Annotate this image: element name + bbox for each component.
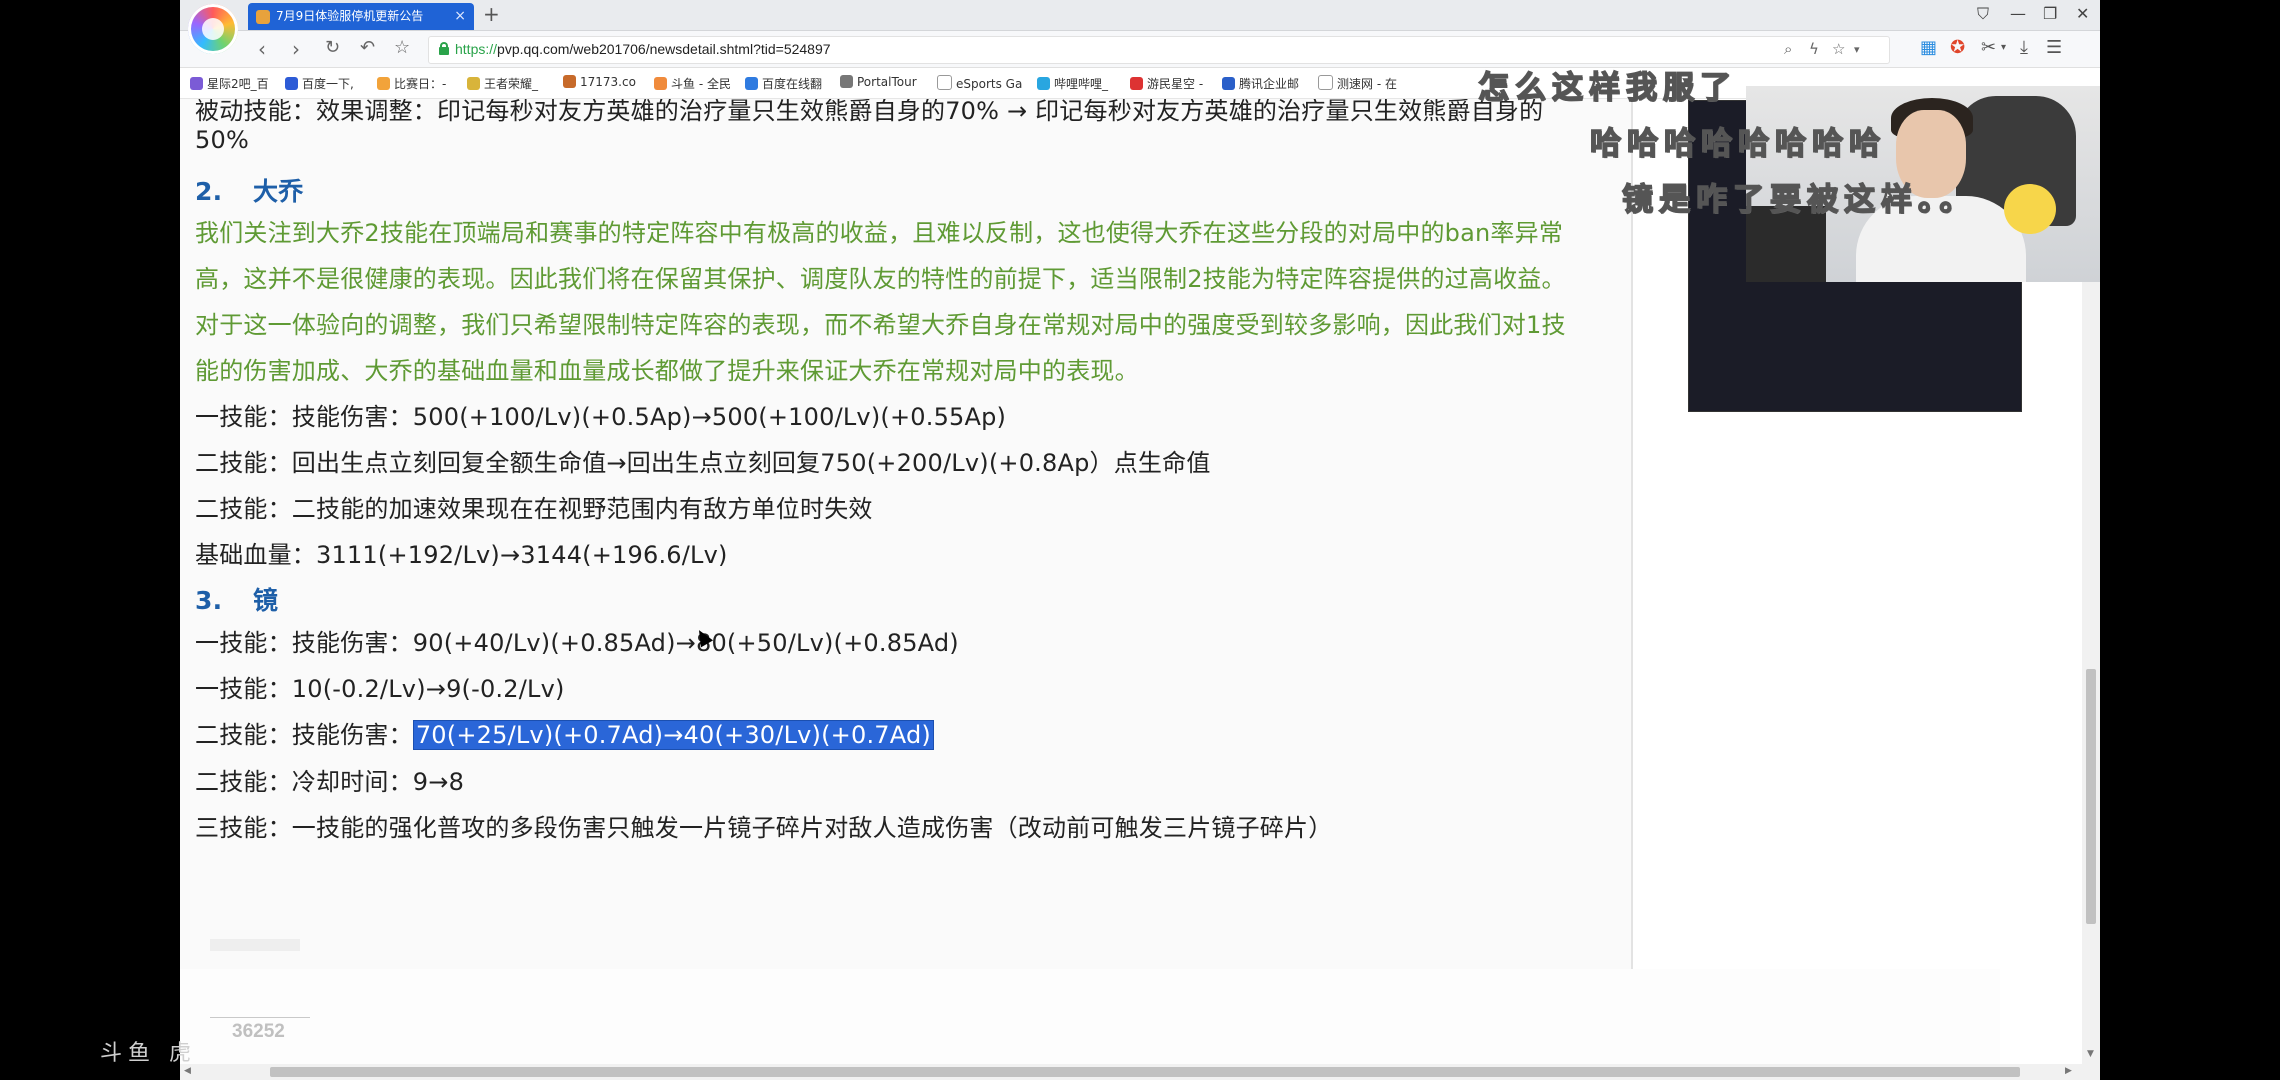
change-line-highlighted: 二技能：技能伤害： 70(+25/Lv)(+0.7Ad)→40(+30/Lv)(+… bbox=[195, 715, 934, 750]
bookmark-item[interactable]: 17173.co bbox=[563, 75, 636, 89]
game-controller-icon[interactable]: ✪ bbox=[1950, 37, 1965, 58]
bookmark-item[interactable]: 王者荣耀_ bbox=[467, 75, 538, 92]
tab-title: 7月9日体验服停机更新公告 bbox=[276, 9, 424, 23]
bookmark-item[interactable]: 测速网 - 在 bbox=[1318, 75, 1397, 92]
undo-close-icon[interactable]: ↶ bbox=[360, 37, 375, 58]
footer-area bbox=[180, 969, 2000, 1064]
lock-icon bbox=[439, 42, 449, 55]
favorite-star-icon[interactable]: ☆ bbox=[1832, 40, 1845, 58]
dropdown-chevron-icon[interactable]: ▾ bbox=[1854, 43, 1860, 56]
bookmark-item[interactable]: 星际2吧_百 bbox=[190, 75, 269, 92]
text-line: 被动技能：效果调整：印记每秒对友方英雄的治疗量只生效熊爵自身的70% → 印记每… bbox=[195, 99, 1544, 125]
bookmark-item[interactable]: 比赛日：- bbox=[377, 75, 446, 92]
reload-icon[interactable]: ↻ bbox=[325, 37, 340, 58]
zoom-icon[interactable]: ⌕ bbox=[1784, 40, 1792, 58]
download-icon[interactable]: ⤓ bbox=[2020, 37, 2028, 58]
scissors-dropdown-icon[interactable]: ▾ bbox=[2001, 42, 2006, 53]
text-line: 能的伤害加成、大乔的基础血量和血量成长都做了提升来保证大乔在常规对局中的表现。 bbox=[195, 357, 1139, 385]
bookmark-item[interactable]: 百度在线翻 bbox=[745, 75, 822, 92]
footer-divider bbox=[210, 1017, 310, 1018]
section-heading-daqiao: 2. 大乔 bbox=[195, 177, 304, 206]
lightning-icon[interactable]: ϟ bbox=[1809, 40, 1819, 58]
restore-icon[interactable]: ❐ bbox=[2043, 4, 2057, 23]
text-line: 对于这一体验向的调整，我们只希望限制特定阵容的表现，而不希望大乔自身在常规对局中… bbox=[195, 311, 1566, 339]
browser-logo-icon[interactable] bbox=[188, 4, 238, 54]
tab-bar: 7月9日体验服停机更新公告 × + ⛉ — ❐ ✕ bbox=[180, 0, 2100, 31]
shirt-skin-icon[interactable]: ⛉ bbox=[1977, 4, 1989, 24]
scroll-left-icon[interactable]: ◀ bbox=[184, 1066, 191, 1076]
section-heading-jing: 3. 镜 bbox=[195, 586, 279, 615]
horizontal-scroll-thumb[interactable] bbox=[270, 1067, 2020, 1077]
change-line: 一技能：技能伤害：500(+100/Lv)(+0.5Ap)→500(+100/L… bbox=[195, 403, 1007, 431]
text-line: 我们关注到大乔2技能在顶端局和赛事的特定阵容中有极高的收益，且难以反制，这也使得… bbox=[195, 219, 1564, 247]
navigation-bar: ‹ › ↻ ↶ ☆ https://pvp.qq.com/web201706/n… bbox=[180, 31, 2100, 68]
bookmark-item[interactable]: 哔哩哔哩_ bbox=[1037, 75, 1108, 92]
horizontal-scrollbar[interactable]: ◀ ▶ bbox=[180, 1064, 2100, 1080]
scroll-down-icon[interactable]: ▼ bbox=[2087, 1049, 2094, 1059]
streamer-webcam bbox=[1746, 86, 2100, 282]
patch-notes-article: 被动技能：效果调整：印记每秒对友方英雄的治疗量只生效熊爵自身的70% → 印记每… bbox=[180, 99, 1633, 993]
change-line: 二技能：回出生点立刻回复全额生命值→回出生点立刻回复750(+200/Lv)(+… bbox=[195, 449, 1211, 477]
bookmark-item[interactable]: 百度一下, bbox=[285, 75, 354, 92]
address-bar[interactable]: https://pvp.qq.com/web201706/newsdetail.… bbox=[428, 36, 1890, 64]
menu-icon[interactable]: ☰ bbox=[2046, 37, 2062, 58]
selected-text[interactable]: 70(+25/Lv)(+0.7Ad)→40(+30/Lv)(+0.7Ad) bbox=[412, 720, 934, 750]
change-line: 二技能：二技能的加速效果现在在视野范围内有敌方单位时失效 bbox=[195, 495, 873, 523]
bookmark-item[interactable]: eSports Ga bbox=[937, 75, 1022, 91]
vertical-scroll-thumb[interactable] bbox=[2086, 669, 2096, 924]
tab-close-icon[interactable]: × bbox=[454, 3, 466, 30]
pikachu-plush-icon bbox=[2004, 184, 2056, 234]
view-count: 36252 bbox=[232, 1021, 285, 1042]
footer-logo bbox=[210, 939, 300, 951]
tab-active[interactable]: 7月9日体验服停机更新公告 × bbox=[248, 3, 474, 30]
change-line: 一技能：10(-0.2/Lv)→9(-0.2/Lv) bbox=[195, 675, 565, 703]
change-line: 一技能：技能伤害：90(+40/Lv)(+0.85Ad)→80(+50/Lv)(… bbox=[195, 629, 959, 657]
close-window-icon[interactable]: ✕ bbox=[2076, 4, 2089, 23]
scroll-right-icon[interactable]: ▶ bbox=[2065, 1066, 2072, 1076]
scissors-icon[interactable]: ✂ bbox=[1981, 37, 1996, 58]
bookmark-item[interactable]: 游民星空 - bbox=[1130, 75, 1203, 92]
bookmark-item[interactable]: PortalTour bbox=[840, 75, 917, 89]
text-line: 50% bbox=[195, 126, 249, 154]
back-icon[interactable]: ‹ bbox=[258, 37, 266, 61]
change-line: 基础血量：3111(+192/Lv)→3144(+196.6/Lv) bbox=[195, 541, 728, 569]
apps-grid-icon[interactable]: ▦ bbox=[1920, 37, 1937, 58]
tab-favicon-icon bbox=[256, 10, 270, 24]
forward-icon[interactable]: › bbox=[292, 37, 300, 61]
minimize-icon[interactable]: — bbox=[2010, 4, 2026, 23]
change-line: 二技能：冷却时间：9→8 bbox=[195, 768, 465, 796]
bookmark-item[interactable]: 腾讯企业邮 bbox=[1222, 75, 1299, 92]
stream-watermark: 斗鱼 虎 bbox=[100, 1041, 197, 1066]
new-tab-button[interactable]: + bbox=[483, 2, 500, 26]
bookmark-star-icon[interactable]: ☆ bbox=[394, 37, 410, 58]
bookmark-item[interactable]: 斗鱼 - 全民 bbox=[654, 75, 731, 92]
text-line: 高，这并不是很健康的表现。因此我们将在保留其保护、调度队友的特性的前提下，适当限… bbox=[195, 265, 1566, 293]
change-line: 三技能：一技能的强化普攻的多段伤害只触发一片镜子碎片对敌人造成伤害（改动前可触发… bbox=[195, 814, 1333, 842]
url-text[interactable]: https://pvp.qq.com/web201706/newsdetail.… bbox=[455, 41, 831, 57]
